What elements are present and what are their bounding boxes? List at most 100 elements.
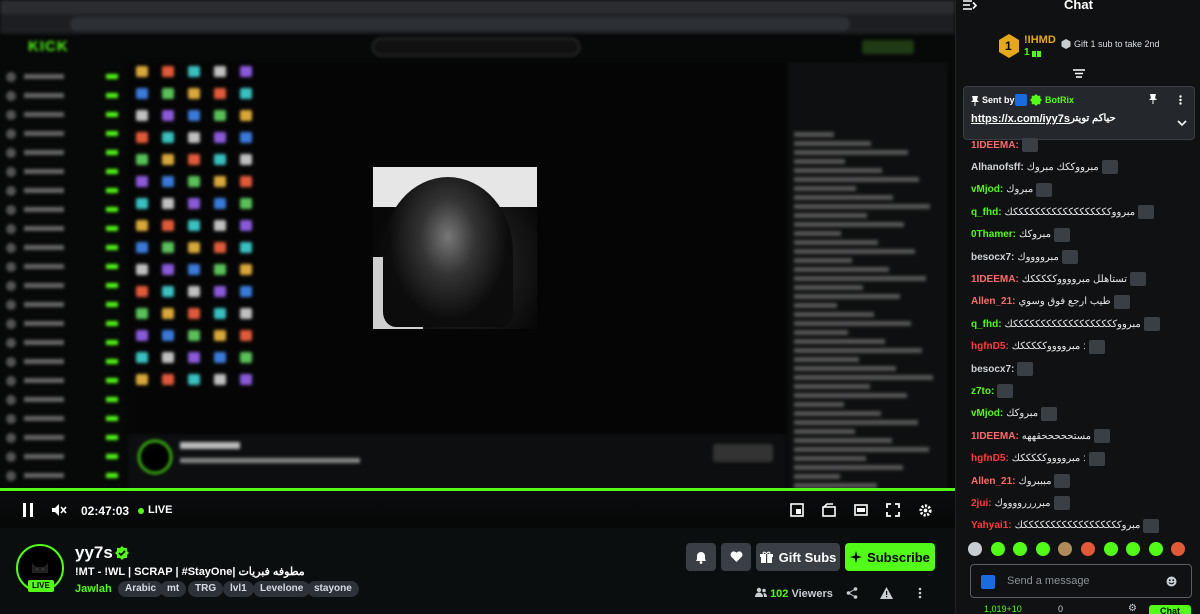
chat-username[interactable]: hgfnD5: [971,453,1009,464]
chat-username[interactable]: 2jui: [971,498,992,509]
emote-icon[interactable] [968,542,982,556]
chat-username[interactable]: Yahyai1: [971,520,1012,531]
chat-message-text: مبببروك [1018,475,1052,487]
tag[interactable]: Levelone [253,581,311,597]
channel-name[interactable]: yy7s [75,543,113,563]
player-controls: 02:47:03 LIVE [0,492,955,528]
tag[interactable]: mt [160,581,187,597]
fullscreen-button[interactable] [884,501,902,519]
fullscreen-icon [886,503,900,517]
emote-icon [1138,205,1155,220]
follow-button[interactable] [721,543,751,571]
settings-button[interactable] [916,501,934,519]
chat-input[interactable]: Send a message [970,564,1192,598]
more-options-button[interactable] [913,586,927,600]
chat-message: vMjod: مبروك [971,182,1053,197]
sparkle-icon [850,551,863,563]
gift-subs-button[interactable]: Gift Subs [756,543,840,571]
chat-message: z7to: [971,384,1014,399]
chat-username[interactable]: Allen_21: [971,296,1015,307]
chat-username[interactable]: besocx7: [971,252,1014,263]
emote-icon[interactable] [990,542,1005,556]
warning-icon [879,587,893,599]
kebab-menu-icon [918,587,922,599]
unpin-icon[interactable] [1149,94,1157,104]
emote-icon[interactable] [1148,542,1163,556]
verified-badge-icon [1030,94,1042,106]
emote-icon [1094,429,1111,444]
chat-message: besocx7: مبرووووك [971,250,1078,264]
chat-message: Yahyai1: مبروككككككككككككككككككك [971,518,1160,533]
emoji-icon[interactable] [1166,576,1177,587]
chat-message-text: : مبرووووكككككك [1011,341,1086,353]
pinned-link[interactable]: https://x.com/iyy7s [971,113,1070,125]
time-display: 02:47:03 [81,504,130,518]
chat-panel: Chat 1 !IHMD 1 Gift 1 sub to take 2nd Se… [955,0,1200,614]
tag[interactable]: lvl1 [223,581,254,597]
emote-icon [1088,451,1105,466]
emote-icon[interactable] [1081,542,1095,556]
pinned-sender[interactable]: BotRix [1045,95,1074,105]
report-button[interactable] [879,586,893,600]
chat-username[interactable]: z7to: [971,386,994,397]
emote-icon[interactable] [1058,542,1073,556]
chat-username[interactable]: 1IDEEMA: [971,274,1019,285]
clip-button[interactable] [820,501,838,519]
share-button[interactable] [845,586,859,600]
bell-icon [696,551,706,564]
chat-username[interactable]: q_fhd: [971,319,1002,330]
chat-username[interactable]: besocx7: [971,364,1014,375]
emote-icon[interactable] [1171,542,1186,556]
video-player[interactable]: KICK 02:47:03 LIVE [0,0,955,528]
chat-message-text: مبرووكككككككككككككككككككك [1004,318,1141,330]
chat-message: Alhanofsff: مبرووككك مبروك [971,160,1118,175]
emote-icon[interactable] [1035,542,1050,556]
chat-message: besocx7: [971,362,1034,376]
theatre-mode-button[interactable] [788,501,806,519]
top-gifter[interactable]: 1 !IHMD 1 Gift 1 sub to take 2nd [998,34,1178,60]
emote-icon[interactable] [1013,542,1028,556]
tag[interactable]: Arabic [118,581,164,597]
pinned-message[interactable]: Sent by BotRix https://x.com/iyy7s حياكم… [963,86,1195,140]
viewer-number: 102 [770,588,789,600]
tag[interactable]: TRG [188,581,224,597]
chat-message: q_fhd: مبرووكككككككككككككككككككك [971,317,1160,332]
points-count: 1,019+10 [984,604,1022,614]
expand-menu-icon[interactable] [1073,69,1085,79]
mute-button[interactable] [50,501,68,519]
chat-username[interactable]: 1IDEEMA: [971,431,1019,442]
chat-username[interactable]: Alhanofsff: [971,162,1024,173]
stream-title: !MT - !WL | SCRAP | #StayOne| مطوفه فبري… [75,566,305,578]
tag[interactable]: stayone [307,581,359,597]
subscribe-button[interactable]: Subscribe [845,543,935,571]
viewer-label: Viewers [791,588,833,600]
viewers-icon [755,587,767,597]
emote-icon [1041,406,1058,421]
emote-icon[interactable] [1103,542,1118,556]
chat-username[interactable]: vMjod: [971,408,1003,419]
progress-bar[interactable] [0,488,955,491]
category-link[interactable]: Jawlah [75,583,112,595]
kebab-menu-icon[interactable] [1179,95,1182,105]
theater-button[interactable] [852,501,870,519]
viewer-count: 102 Viewers [755,587,833,600]
chat-username[interactable]: 1IDEEMA: [971,140,1019,151]
chat-username[interactable]: Allen_21: [971,476,1015,487]
chat-message: q_fhd: مبرووككككككككككككككككككك [971,205,1155,220]
chat-send-button[interactable]: Chat [1149,605,1191,614]
chat-username[interactable]: hgfnD5: [971,341,1009,352]
emote-icon[interactable] [1126,542,1141,556]
gift-icon [759,551,773,563]
pause-button[interactable] [19,501,37,519]
settings-icon[interactable]: ⚙ [1128,603,1137,614]
notifications-button[interactable] [686,543,716,571]
chat-message-text: طيب ارجع فوق وسوي [1018,296,1111,308]
chat-username[interactable]: vMjod: [971,184,1003,195]
chat-message: hgfnD5:: مبرووووكككككك [971,339,1105,354]
chat-username[interactable]: 0Thamer: [971,229,1016,240]
chat-message-text: مبروكك [1019,229,1051,241]
chat-username[interactable]: q_fhd: [971,207,1002,218]
chevron-down-icon[interactable] [1177,120,1187,127]
emote-icon [1113,294,1130,309]
chat-message-text: مبررررووووك [994,497,1051,509]
